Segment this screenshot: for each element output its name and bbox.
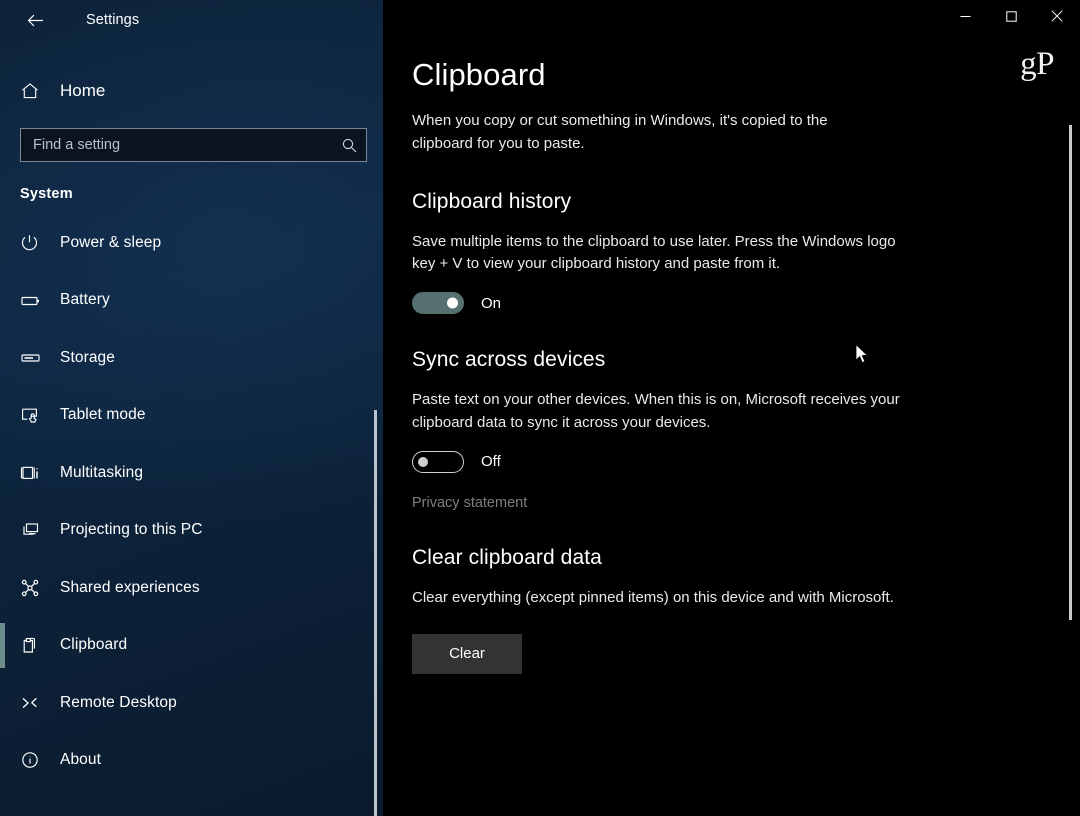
window-title: Settings: [86, 12, 140, 28]
sidebar-item-label: Storage: [60, 348, 115, 366]
sidebar-item-label: Projecting to this PC: [60, 521, 203, 539]
sidebar-item-storage[interactable]: Storage: [0, 329, 383, 387]
page-description: When you copy or cut something in Window…: [412, 112, 828, 152]
sidebar-item-tablet-mode[interactable]: Tablet mode: [0, 387, 383, 445]
sidebar-item-label: Shared experiences: [60, 578, 200, 596]
storage-icon: [20, 348, 58, 367]
share-icon: [20, 578, 58, 598]
main-panel: gP Clipboard When you copy or cut someth…: [383, 0, 1080, 816]
sidebar-item-clipboard[interactable]: Clipboard: [0, 617, 383, 675]
sidebar-item-multitasking[interactable]: Multitasking: [0, 444, 383, 502]
sidebar-item-battery[interactable]: Battery: [0, 272, 383, 330]
sync-devices-toggle[interactable]: [412, 450, 464, 473]
section-sync-across-devices: Sync across devices Paste text on your o…: [412, 348, 1080, 512]
sidebar-scrollbar[interactable]: [371, 0, 380, 816]
sidebar-item-label: Clipboard: [60, 636, 128, 654]
sidebar-titlebar: Settings: [0, 0, 383, 40]
projecting-icon: [20, 520, 58, 540]
main-scrollbar-thumb[interactable]: [1069, 125, 1072, 620]
info-icon: [20, 750, 58, 770]
section-clear-clipboard-data: Clear clipboard data Clear everything (e…: [412, 546, 1080, 674]
section-description: Paste text on your other devices. When t…: [412, 391, 900, 432]
search-box[interactable]: [20, 128, 367, 162]
section-clipboard-history: Clipboard history Save multiple items to…: [412, 190, 1080, 315]
section-heading: Sync across devices: [412, 348, 606, 372]
clipboard-icon: [20, 635, 58, 655]
sidebar: Settings Home System: [0, 0, 383, 816]
sidebar-item-label-home: Home: [60, 81, 106, 100]
section-description: Save multiple items to the clipboard to …: [412, 232, 896, 273]
sidebar-item-remote-desktop[interactable]: Remote Desktop: [0, 674, 383, 732]
section-description: Clear everything (except pinned items) o…: [412, 588, 894, 606]
sidebar-item-shared-experiences[interactable]: Shared experiences: [0, 559, 383, 617]
sync-devices-toggle-row: Off: [412, 450, 1080, 473]
settings-window: Settings Home System: [0, 0, 1080, 816]
back-arrow-icon[interactable]: [14, 5, 56, 35]
search-icon[interactable]: [335, 137, 358, 154]
sidebar-item-about[interactable]: About: [0, 732, 383, 790]
toggle-knob: [447, 297, 458, 309]
sidebar-item-label: Power & sleep: [60, 233, 162, 251]
sidebar-group-heading: System: [20, 186, 73, 202]
sidebar-item-power-sleep[interactable]: Power & sleep: [0, 214, 383, 272]
multitasking-icon: [20, 463, 58, 483]
battery-icon: [20, 291, 58, 310]
sidebar-item-projecting-to-this-pc[interactable]: Projecting to this PC: [0, 502, 383, 560]
toggle-knob: [418, 456, 428, 467]
page-title: Clipboard: [412, 57, 546, 92]
sync-devices-toggle-state: Off: [481, 453, 501, 471]
home-icon: [20, 81, 58, 101]
remote-desktop-icon: [20, 693, 58, 713]
main-scrollbar[interactable]: [1066, 0, 1076, 816]
sidebar-item-label: Multitasking: [60, 463, 144, 481]
clear-button[interactable]: Clear: [412, 633, 522, 674]
sidebar-item-home[interactable]: Home: [0, 68, 383, 114]
privacy-statement-link[interactable]: Privacy statement: [412, 495, 527, 511]
power-icon: [20, 233, 58, 252]
clipboard-history-toggle-state: On: [481, 294, 502, 312]
sidebar-item-label: Battery: [60, 291, 110, 309]
sidebar-scrollbar-thumb[interactable]: [374, 410, 377, 816]
sidebar-item-label: About: [60, 751, 102, 769]
main-content: Clipboard When you copy or cut something…: [383, 0, 1080, 674]
section-heading: Clear clipboard data: [412, 545, 602, 569]
sidebar-item-label: Remote Desktop: [60, 693, 177, 711]
clipboard-history-toggle-row: On: [412, 292, 1080, 315]
search-input[interactable]: [33, 129, 335, 161]
section-heading: Clipboard history: [412, 189, 572, 213]
sidebar-item-label: Tablet mode: [60, 406, 146, 424]
clipboard-history-toggle[interactable]: [412, 292, 464, 315]
sidebar-nav-list: Power & sleep Battery Storage Tablet mod…: [0, 214, 383, 789]
tablet-icon: [20, 405, 58, 425]
